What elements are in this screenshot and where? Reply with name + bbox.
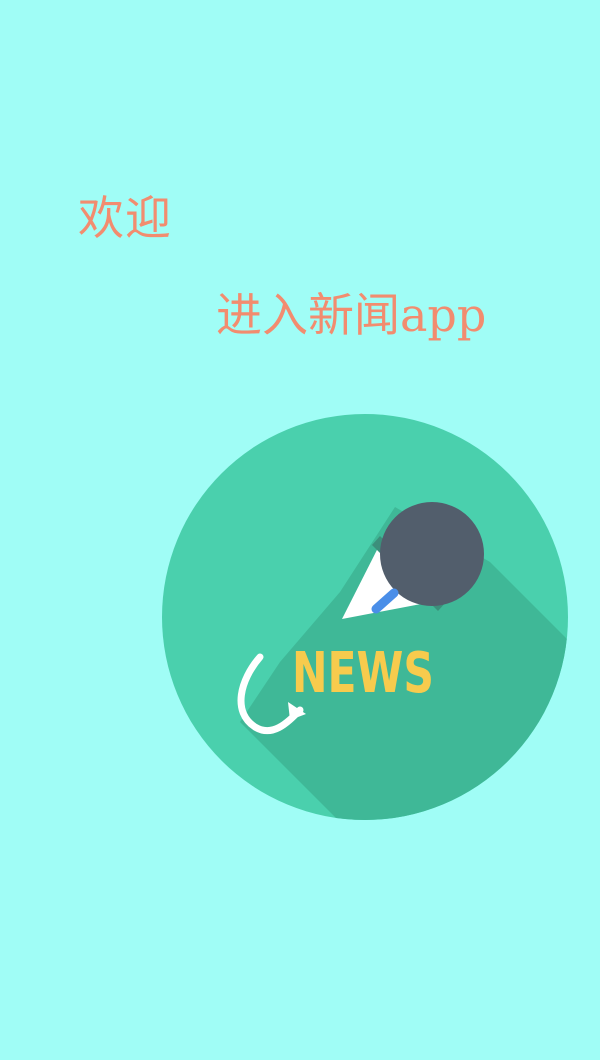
news-label: NEWS (292, 641, 434, 706)
microphone-news-icon: NEWS (162, 414, 568, 820)
enter-app-text: 进入新闻app (216, 288, 487, 342)
welcome-text: 欢迎 (78, 191, 172, 245)
news-logo: NEWS (160, 412, 570, 822)
